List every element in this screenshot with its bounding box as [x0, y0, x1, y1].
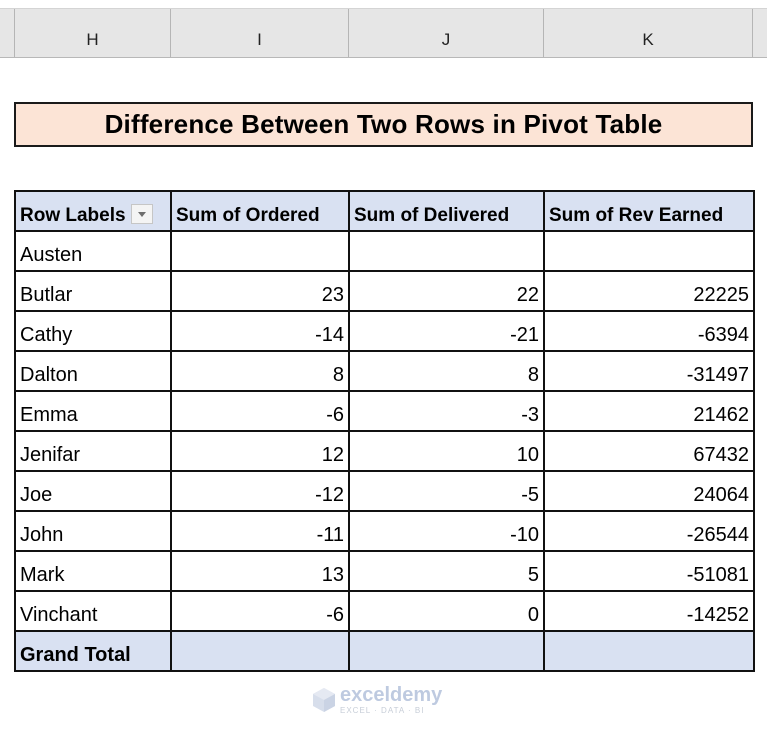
- column-header-j[interactable]: J: [349, 9, 544, 57]
- ordered-cell[interactable]: 23: [170, 270, 350, 312]
- table-row: Cathy -14 -21 -6394: [14, 310, 755, 352]
- table-row: Vinchant -6 0 -14252: [14, 590, 755, 632]
- pivot-table: Row Labels Sum of Ordered Sum of Deliver…: [14, 190, 755, 672]
- table-row: Butlar 23 22 22225: [14, 270, 755, 312]
- ordered-cell[interactable]: 13: [170, 550, 350, 592]
- header-sum-delivered[interactable]: Sum of Delivered: [348, 190, 545, 232]
- ordered-cell[interactable]: -11: [170, 510, 350, 552]
- table-row: Austen: [14, 230, 755, 272]
- row-label-cell[interactable]: Vinchant: [14, 590, 172, 632]
- grand-total-ordered[interactable]: [170, 630, 350, 672]
- exceldemy-watermark: exceldemy EXCEL · DATA · BI: [312, 683, 456, 717]
- row-label-cell[interactable]: Joe: [14, 470, 172, 512]
- grand-total-label[interactable]: Grand Total: [14, 630, 172, 672]
- watermark-name: exceldemy: [340, 684, 443, 706]
- ordered-cell[interactable]: 12: [170, 430, 350, 472]
- column-header-h[interactable]: H: [14, 9, 171, 57]
- delivered-cell[interactable]: 22: [348, 270, 545, 312]
- ordered-cell[interactable]: -12: [170, 470, 350, 512]
- column-header-bar: H I J K: [0, 8, 767, 58]
- rev-earned-cell[interactable]: 22225: [543, 270, 755, 312]
- table-row: Dalton 8 8 -31497: [14, 350, 755, 392]
- row-label-cell[interactable]: Butlar: [14, 270, 172, 312]
- header-sum-ordered[interactable]: Sum of Ordered: [170, 190, 350, 232]
- table-row: John -11 -10 -26544: [14, 510, 755, 552]
- ordered-cell[interactable]: -6: [170, 390, 350, 432]
- row-label-cell[interactable]: Austen: [14, 230, 172, 272]
- header-row-labels[interactable]: Row Labels: [14, 190, 172, 232]
- row-labels-label: Row Labels: [20, 205, 126, 226]
- delivered-cell[interactable]: 8: [348, 350, 545, 392]
- grand-total-row: Grand Total: [14, 630, 755, 672]
- row-label-cell[interactable]: Jenifar: [14, 430, 172, 472]
- rev-earned-cell[interactable]: -31497: [543, 350, 755, 392]
- rev-earned-cell[interactable]: 67432: [543, 430, 755, 472]
- table-row: Emma -6 -3 21462: [14, 390, 755, 432]
- row-label-cell[interactable]: Mark: [14, 550, 172, 592]
- column-header-k[interactable]: K: [544, 9, 753, 57]
- ordered-cell[interactable]: -14: [170, 310, 350, 352]
- grand-total-delivered[interactable]: [348, 630, 545, 672]
- rev-earned-cell[interactable]: -6394: [543, 310, 755, 352]
- delivered-cell[interactable]: -3: [348, 390, 545, 432]
- rev-earned-cell[interactable]: -14252: [543, 590, 755, 632]
- ordered-cell[interactable]: 8: [170, 350, 350, 392]
- row-label-cell[interactable]: Emma: [14, 390, 172, 432]
- ordered-cell[interactable]: -6: [170, 590, 350, 632]
- delivered-cell[interactable]: -10: [348, 510, 545, 552]
- delivered-cell[interactable]: 10: [348, 430, 545, 472]
- rev-earned-cell[interactable]: -51081: [543, 550, 755, 592]
- rev-earned-cell[interactable]: 24064: [543, 470, 755, 512]
- delivered-cell[interactable]: 0: [348, 590, 545, 632]
- filter-dropdown-icon[interactable]: [130, 203, 153, 224]
- table-row: Jenifar 12 10 67432: [14, 430, 755, 472]
- delivered-cell[interactable]: -21: [348, 310, 545, 352]
- pivot-header-row: Row Labels Sum of Ordered Sum of Deliver…: [14, 190, 755, 232]
- row-label-cell[interactable]: Dalton: [14, 350, 172, 392]
- delivered-cell[interactable]: [348, 230, 545, 272]
- row-label-cell[interactable]: John: [14, 510, 172, 552]
- ordered-cell[interactable]: [170, 230, 350, 272]
- sheet-title: Difference Between Two Rows in Pivot Tab…: [14, 102, 753, 147]
- delivered-cell[interactable]: -5: [348, 470, 545, 512]
- watermark-tagline: EXCEL · DATA · BI: [340, 706, 425, 715]
- grand-total-rev-earned[interactable]: [543, 630, 755, 672]
- column-header-i[interactable]: I: [171, 9, 349, 57]
- delivered-cell[interactable]: 5: [348, 550, 545, 592]
- pivot-body: Austen Butlar 23 22 22225 Cathy -14 -21 …: [14, 230, 755, 632]
- table-row: Joe -12 -5 24064: [14, 470, 755, 512]
- rev-earned-cell[interactable]: 21462: [543, 390, 755, 432]
- table-row: Mark 13 5 -51081: [14, 550, 755, 592]
- rev-earned-cell[interactable]: [543, 230, 755, 272]
- exceldemy-logo-icon: [313, 688, 335, 712]
- row-label-cell[interactable]: Cathy: [14, 310, 172, 352]
- header-sum-rev-earned[interactable]: Sum of Rev Earned: [543, 190, 755, 232]
- rev-earned-cell[interactable]: -26544: [543, 510, 755, 552]
